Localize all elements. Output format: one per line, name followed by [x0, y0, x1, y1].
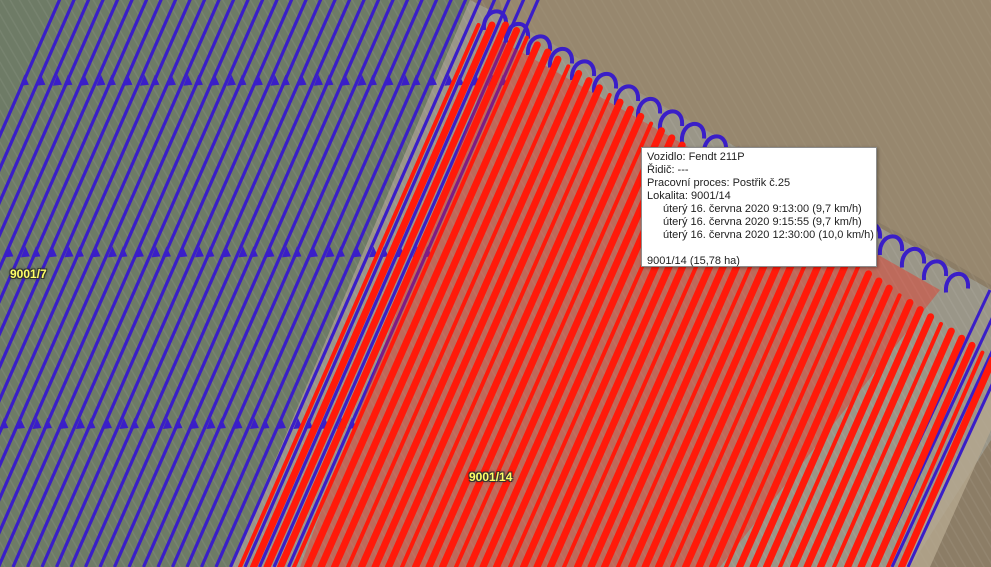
- tooltip-time-3: úterý 16. června 2020 12:30:00 (10,0 km/…: [663, 229, 874, 241]
- track-info-tooltip: Vozidlo: Fendt 211P Řidič: --- Pracovní …: [641, 147, 877, 267]
- tooltip-area: 9001/14 (15,78 ha): [647, 255, 740, 267]
- parcel-label-9001-7: 9001/7: [10, 267, 47, 281]
- tooltip-process: Pracovní proces: Postřik č.25: [647, 177, 791, 189]
- tooltip-driver: Řidič: ---: [647, 164, 689, 176]
- tooltip-time-1: úterý 16. června 2020 9:13:00 (9,7 km/h): [663, 203, 862, 215]
- tooltip-time-2: úterý 16. června 2020 9:15:55 (9,7 km/h): [663, 216, 862, 228]
- tooltip-location: Lokalita: 9001/14: [647, 190, 731, 202]
- tooltip-vehicle: Vozidlo: Fendt 211P: [647, 151, 745, 163]
- parcel-label-9001-14: 9001/14: [469, 470, 513, 484]
